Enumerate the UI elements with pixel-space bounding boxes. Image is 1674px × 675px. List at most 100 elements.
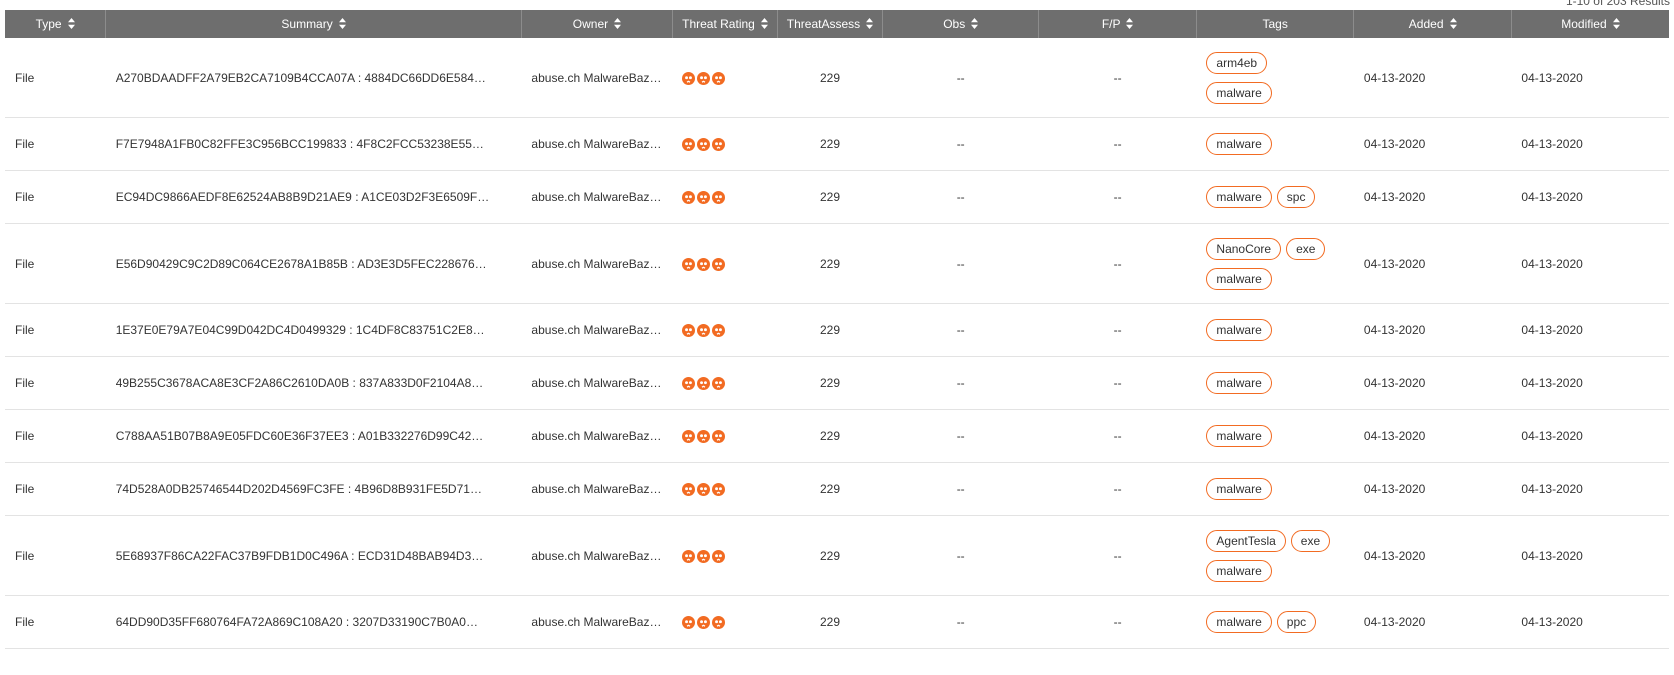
cell-owner: abuse.ch MalwareBaz… — [521, 515, 673, 596]
tag-pill[interactable]: malware — [1206, 133, 1272, 155]
table-row[interactable]: File 1E37E0E79A7E04C99D042DC4D0499329 : 1… — [5, 303, 1669, 357]
tag-pill[interactable]: malware — [1206, 267, 1272, 290]
skull-icon — [712, 191, 726, 205]
threat-rating-skulls — [682, 430, 726, 444]
cell-fp: -- — [1038, 515, 1197, 596]
cell-fp: -- — [1038, 38, 1197, 118]
indicators-page: 1-10 of 203 Results Type Summary Owner T… — [0, 0, 1674, 675]
table-row[interactable]: File A270BDAADFF2A79EB2CA7109B4CCA07A : 4… — [5, 38, 1669, 118]
tag-list: malware — [1206, 423, 1336, 449]
cell-fp: -- — [1038, 462, 1197, 516]
skull-icon — [682, 191, 696, 205]
cell-summary[interactable]: C788AA51B07B8A9E05FDC60E36F37EE3 : A01B3… — [105, 409, 522, 463]
column-header-added[interactable]: Added — [1353, 10, 1512, 38]
column-header-label: ThreatAssess — [786, 17, 861, 31]
column-header-type[interactable]: Type — [5, 10, 107, 38]
cell-summary[interactable]: F7E7948A1FB0C82FFE3C956BCC199833 : 4F8C2… — [105, 117, 522, 171]
skull-icon — [697, 191, 711, 205]
skull-icon — [697, 430, 711, 444]
column-header-owner[interactable]: Owner — [521, 10, 673, 38]
column-header-summary[interactable]: Summary — [105, 10, 522, 38]
sort-icon — [614, 18, 622, 29]
cell-modified: 04-13-2020 — [1511, 170, 1669, 224]
cell-threat-rating — [672, 409, 778, 463]
cell-owner: abuse.ch MalwareBaz… — [521, 409, 673, 463]
cell-tags: malware spc — [1196, 170, 1354, 224]
table-row[interactable]: File 5E68937F86CA22FAC37B9FDB1D0C496A : E… — [5, 515, 1669, 596]
cell-summary[interactable]: 49B255C3678ACA8E3CF2A86C2610DA0B : 837A8… — [105, 356, 522, 410]
cell-summary[interactable]: 1E37E0E79A7E04C99D042DC4D0499329 : 1C4DF… — [105, 303, 522, 357]
tag-pill[interactable]: malware — [1206, 81, 1272, 104]
table-row[interactable]: File EC94DC9866AEDF8E62524AB8B9D21AE9 : A… — [5, 170, 1669, 224]
tag-pill[interactable]: spc — [1276, 186, 1316, 208]
cell-owner: abuse.ch MalwareBaz… — [521, 170, 673, 224]
tag-pill[interactable]: malware — [1206, 559, 1272, 582]
cell-threat-assess: 229 — [777, 409, 883, 463]
cell-modified: 04-13-2020 — [1511, 38, 1669, 118]
column-header-threat-rating[interactable]: Threat Rating — [672, 10, 778, 38]
cell-summary[interactable]: 74D528A0DB25746544D202D4569FC3FE : 4B96D… — [105, 462, 522, 516]
cell-tags: arm4eb malware — [1196, 38, 1354, 118]
table-row[interactable]: File E56D90429C9C2D89C064CE2678A1B85B : A… — [5, 223, 1669, 304]
tag-pill[interactable]: malware — [1206, 478, 1272, 500]
column-header-label: Threat Rating — [682, 17, 755, 31]
table-row[interactable]: File 64DD90D35FF680764FA72A869C108A20 : 3… — [5, 595, 1669, 649]
tag-pill[interactable]: malware — [1206, 611, 1272, 633]
table-row[interactable]: File 74D528A0DB25746544D202D4569FC3FE : 4… — [5, 462, 1669, 516]
cell-threat-assess: 229 — [777, 170, 883, 224]
table-row[interactable]: File C788AA51B07B8A9E05FDC60E36F37EE3 : A… — [5, 409, 1669, 463]
cell-fp: -- — [1038, 170, 1197, 224]
cell-type: File — [5, 117, 106, 171]
column-header-modified[interactable]: Modified — [1511, 10, 1669, 38]
skull-icon — [712, 138, 726, 152]
cell-modified: 04-13-2020 — [1511, 356, 1669, 410]
tag-pill[interactable]: NanoCore — [1206, 237, 1282, 260]
cell-summary[interactable]: 5E68937F86CA22FAC37B9FDB1D0C496A : ECD31… — [105, 515, 522, 596]
tag-list: malware — [1206, 131, 1336, 157]
cell-threat-rating — [672, 38, 778, 118]
cell-added: 04-13-2020 — [1353, 515, 1512, 596]
skull-icon — [682, 257, 696, 271]
column-header-obs[interactable]: Obs — [882, 10, 1040, 38]
tag-list: malware — [1206, 317, 1336, 343]
sort-icon — [1126, 18, 1134, 29]
cell-obs: -- — [882, 303, 1039, 357]
cell-summary[interactable]: E56D90429C9C2D89C064CE2678A1B85B : AD3E3… — [105, 223, 522, 304]
column-header-threat-assess[interactable]: ThreatAssess — [777, 10, 883, 38]
cell-threat-assess: 229 — [777, 303, 883, 357]
cell-threat-rating — [672, 462, 778, 516]
skull-icon — [682, 377, 696, 391]
cell-fp: -- — [1038, 595, 1197, 649]
tag-pill[interactable]: arm4eb — [1206, 51, 1268, 74]
column-header-label: Tags — [1262, 17, 1288, 31]
threat-rating-skulls — [682, 483, 726, 497]
cell-summary[interactable]: EC94DC9866AEDF8E62524AB8B9D21AE9 : A1CE0… — [105, 170, 522, 224]
tag-pill[interactable]: ppc — [1276, 611, 1317, 633]
cell-threat-rating — [672, 515, 778, 596]
skull-icon — [712, 549, 726, 563]
cell-tags: AgentTesla exe malware — [1196, 515, 1354, 596]
cell-modified: 04-13-2020 — [1511, 117, 1669, 171]
cell-added: 04-13-2020 — [1353, 117, 1512, 171]
cell-summary[interactable]: 64DD90D35FF680764FA72A869C108A20 : 3207D… — [105, 595, 522, 649]
cell-threat-rating — [672, 117, 778, 171]
tag-pill[interactable]: exe — [1286, 237, 1326, 260]
table-row[interactable]: File 49B255C3678ACA8E3CF2A86C2610DA0B : 8… — [5, 356, 1669, 410]
cell-summary[interactable]: A270BDAADFF2A79EB2CA7109B4CCA07A : 4884D… — [105, 38, 522, 118]
cell-owner: abuse.ch MalwareBaz… — [521, 595, 673, 649]
skull-icon — [697, 324, 711, 338]
threat-rating-skulls — [682, 324, 726, 338]
cell-modified: 04-13-2020 — [1511, 595, 1669, 649]
tag-pill[interactable]: exe — [1290, 529, 1331, 552]
tag-pill[interactable]: malware — [1206, 319, 1272, 341]
tag-pill[interactable]: malware — [1206, 186, 1272, 208]
column-header-fp[interactable]: F/P — [1038, 10, 1197, 38]
tag-pill[interactable]: malware — [1206, 425, 1272, 447]
cell-type: File — [5, 223, 106, 304]
tag-pill[interactable]: AgentTesla — [1206, 529, 1286, 552]
tag-pill[interactable]: malware — [1206, 372, 1272, 394]
cell-threat-assess: 229 — [777, 515, 883, 596]
table-row[interactable]: File F7E7948A1FB0C82FFE3C956BCC199833 : 4… — [5, 117, 1669, 171]
skull-icon — [712, 377, 726, 391]
cell-fp: -- — [1038, 303, 1197, 357]
